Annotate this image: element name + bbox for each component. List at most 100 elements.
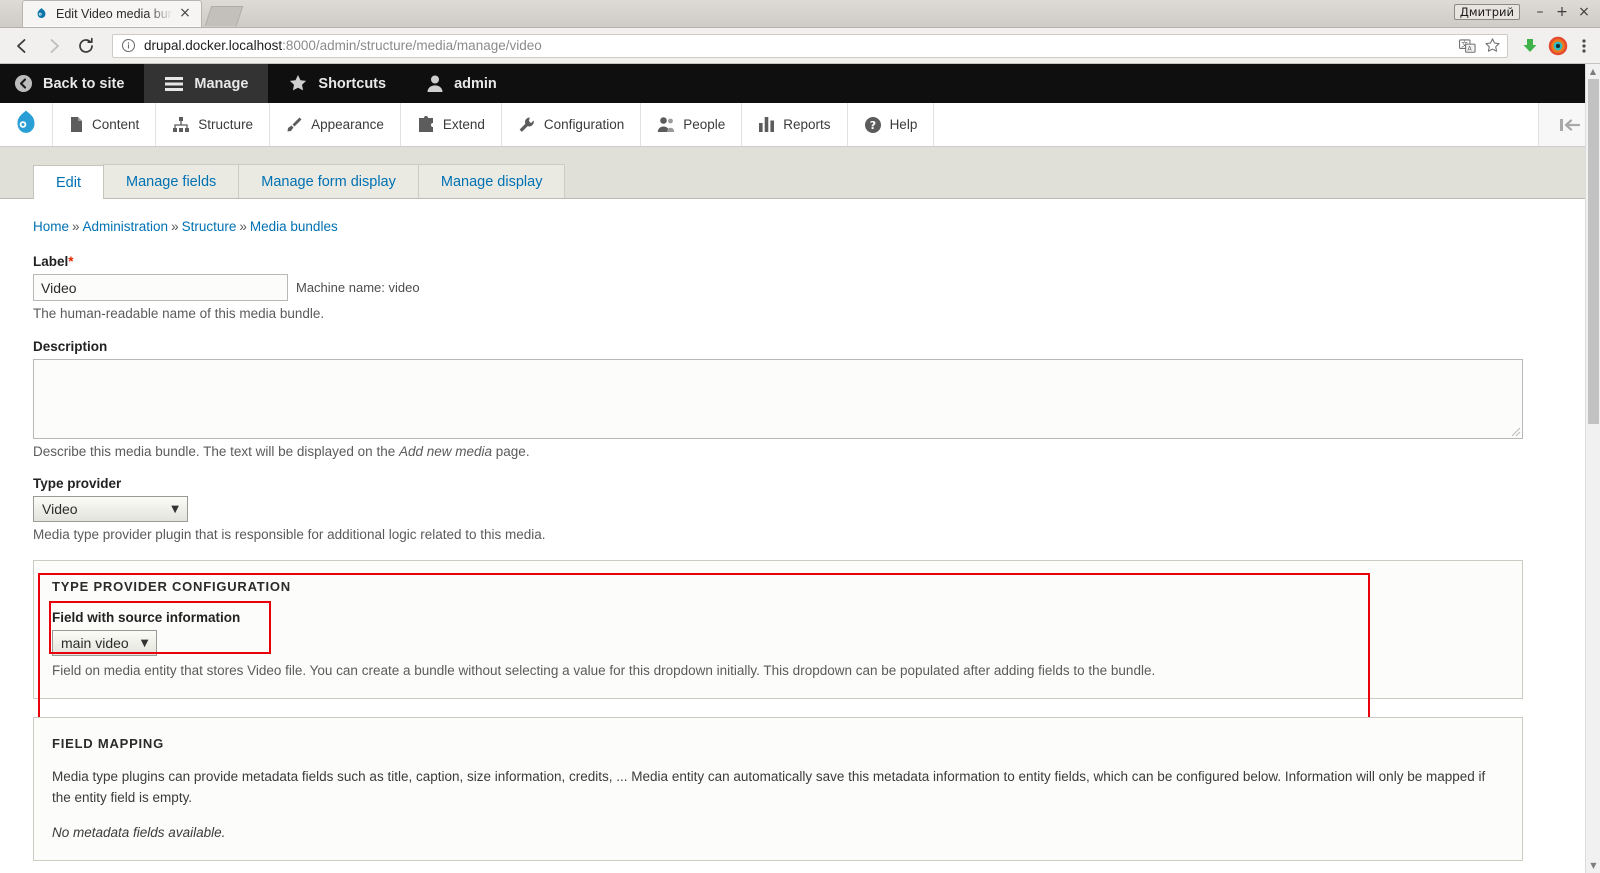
user-icon — [426, 74, 444, 93]
star-icon — [288, 74, 308, 93]
toolbar-item-label: Manage — [194, 76, 248, 92]
machine-name-display: Machine name: video — [296, 280, 420, 295]
download-icon[interactable] — [1520, 36, 1540, 56]
toolbar-item-shortcuts[interactable]: Shortcuts — [268, 64, 406, 103]
breadcrumb-separator: » — [171, 219, 179, 234]
source-field-value: main video — [61, 635, 129, 651]
chrome-menu-icon[interactable] — [1576, 36, 1592, 56]
primary-tabs: Edit Manage fields Manage form display M… — [0, 147, 1600, 199]
toolbar-item-label: admin — [454, 76, 497, 92]
close-window-button[interactable]: × — [1574, 3, 1594, 21]
chevron-down-icon: ▼ — [129, 638, 157, 649]
toolbar-item-admin[interactable]: admin — [406, 64, 517, 103]
address-bar-host: drupal.docker.localhost — [144, 38, 282, 53]
breadcrumb-item-home[interactable]: Home — [33, 219, 69, 234]
scroll-down-arrow-icon[interactable]: ▼ — [1586, 858, 1600, 873]
admin-menu-item-content[interactable]: Content — [52, 103, 155, 146]
admin-menu-item-configuration[interactable]: Configuration — [501, 103, 640, 146]
field-mapping-note: No metadata fields available. — [52, 825, 1504, 840]
source-field-select[interactable]: main video ▼ — [52, 630, 157, 656]
browser-extensions — [1516, 36, 1592, 56]
admin-menu-spacer — [933, 103, 1538, 146]
toolbar-item-manage[interactable]: Manage — [144, 64, 268, 103]
star-icon[interactable] — [1484, 37, 1501, 54]
admin-menu-item-label: Structure — [198, 117, 253, 132]
field-mapping-description: Media type plugins can provide metadata … — [52, 767, 1504, 809]
browser-navbar: drupal.docker.localhost:8000/admin/struc… — [0, 28, 1600, 64]
minimize-button[interactable]: – — [1530, 3, 1550, 21]
page-scrollbar[interactable]: ▲ ▼ — [1585, 64, 1600, 873]
breadcrumb-item-structure[interactable]: Structure — [182, 219, 237, 234]
puzzle-icon — [417, 116, 435, 133]
admin-menu-item-label: Configuration — [544, 117, 624, 132]
source-field-label: Field with source information — [52, 610, 1504, 625]
address-bar-path: :8000/admin/structure/media/manage/video — [282, 38, 542, 53]
maximize-button[interactable]: + — [1552, 3, 1572, 21]
admin-menu-item-extend[interactable]: Extend — [400, 103, 501, 146]
back-icon[interactable] — [8, 32, 36, 60]
people-icon — [657, 116, 675, 133]
admin-menu-item-label: Appearance — [311, 117, 384, 132]
browser-tab[interactable]: Edit Video media bundle × — [22, 0, 202, 27]
translate-icon[interactable]: 文 A — [1459, 38, 1476, 54]
page-icon — [69, 116, 84, 133]
bar-chart-icon — [758, 116, 775, 133]
window-controls: Дмитрий – + × — [1454, 3, 1594, 21]
type-provider-description: Media type provider plugin that is respo… — [33, 527, 1567, 542]
breadcrumb-item-administration[interactable]: Administration — [83, 219, 169, 234]
close-icon[interactable]: × — [177, 6, 193, 22]
required-marker: * — [68, 254, 73, 269]
drupal-admin-toolbar: Back to site Manage Shortcuts — [0, 64, 1600, 103]
tab-manage-display[interactable]: Manage display — [418, 164, 566, 198]
structure-icon — [172, 116, 190, 133]
question-circle-icon: ? — [864, 116, 882, 134]
admin-menu-item-help[interactable]: ? Help — [847, 103, 934, 146]
chevron-down-icon: ▼ — [159, 504, 187, 515]
label-field-row: Machine name: video — [33, 274, 1567, 301]
tab-manage-form-display[interactable]: Manage form display — [238, 164, 419, 198]
type-provider-value: Video — [42, 501, 78, 517]
admin-menu-item-reports[interactable]: Reports — [741, 103, 846, 146]
drupal-logo-icon[interactable] — [0, 103, 52, 146]
resize-handle-icon[interactable] — [1509, 425, 1521, 437]
profile-avatar-icon[interactable] — [1548, 36, 1568, 56]
admin-menu-item-label: Extend — [443, 117, 485, 132]
type-provider-select[interactable]: Video ▼ — [33, 496, 188, 522]
new-tab-button[interactable] — [205, 6, 243, 26]
hamburger-icon — [164, 76, 184, 92]
admin-menu-item-label: Reports — [783, 117, 830, 132]
label-field-description: The human-readable name of this media bu… — [33, 306, 1567, 321]
tab-edit[interactable]: Edit — [33, 165, 104, 199]
breadcrumb-item-media-bundles[interactable]: Media bundles — [250, 219, 338, 234]
admin-menu-item-appearance[interactable]: Appearance — [269, 103, 400, 146]
tab-label: Manage fields — [126, 174, 216, 190]
breadcrumb-separator: » — [239, 219, 247, 234]
toolbar-item-label: Shortcuts — [318, 76, 386, 92]
address-bar[interactable]: drupal.docker.localhost:8000/admin/struc… — [112, 34, 1508, 58]
toolbar-item-back-to-site[interactable]: Back to site — [0, 64, 144, 103]
description-textarea[interactable] — [33, 359, 1523, 439]
window-user-badge[interactable]: Дмитрий — [1454, 4, 1520, 20]
browser-titlebar: Edit Video media bundle × Дмитрий – + × — [0, 0, 1600, 28]
tab-label: Edit — [56, 175, 81, 191]
drupal-admin-menu: Content Structure — [0, 103, 1600, 147]
type-provider-configuration-fieldset: TYPE PROVIDER CONFIGURATION Field with s… — [33, 560, 1523, 699]
reload-icon[interactable] — [72, 32, 100, 60]
scrollbar-thumb[interactable] — [1588, 79, 1599, 424]
admin-menu-item-structure[interactable]: Structure — [155, 103, 269, 146]
wrench-icon — [518, 116, 536, 134]
desc-part-2: page. — [492, 444, 530, 459]
admin-menu-item-people[interactable]: People — [640, 103, 741, 146]
page-viewport: Back to site Manage Shortcuts — [0, 64, 1600, 873]
field-mapping-legend: FIELD MAPPING — [52, 736, 1504, 751]
desc-part-em: Add new media — [399, 444, 492, 459]
label-field-label: Label* — [33, 254, 1567, 269]
forward-icon — [40, 32, 68, 60]
label-input[interactable] — [33, 274, 288, 301]
tab-manage-fields[interactable]: Manage fields — [103, 164, 239, 198]
desc-part-1: Describe this media bundle. The text wil… — [33, 444, 399, 459]
admin-menu-item-label: People — [683, 117, 725, 132]
page-content: Home»Administration»Structure»Media bund… — [0, 199, 1600, 873]
page-info-icon[interactable] — [121, 38, 136, 53]
scroll-up-arrow-icon[interactable]: ▲ — [1586, 64, 1600, 79]
